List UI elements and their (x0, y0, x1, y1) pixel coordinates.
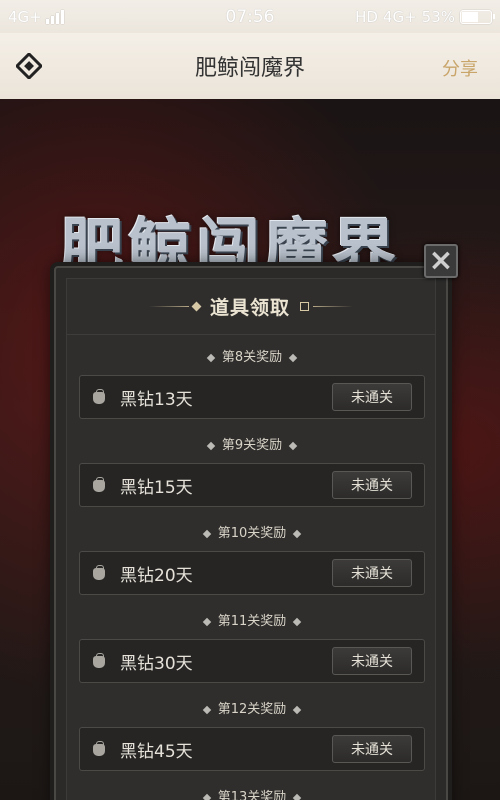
reward-group: 第9关奖励 黑钻15天 未通关 (79, 437, 425, 507)
battery-icon (460, 9, 495, 24)
reward-item-name: 黑钻13天 (120, 389, 193, 410)
reward-level-label: 第9关奖励 (79, 437, 425, 455)
page-title: 肥鲸闯魔界 (194, 56, 305, 81)
reward-item-name: 黑钻15天 (120, 477, 193, 498)
reward-level-label: 第13关奖励 (79, 789, 425, 800)
status-button[interactable]: 未通关 (332, 559, 412, 587)
status-bar: 4G+ 07:56 HD 4G+ 53% (0, 0, 500, 33)
reward-item-name: 黑钻30天 (120, 653, 193, 674)
reward-level-label: 第8关奖励 (79, 349, 425, 367)
status-button[interactable]: 未通关 (332, 647, 412, 675)
pouch-icon (92, 389, 106, 405)
dialog-panel: 道具领取 第8关奖励 黑钻13天 未通关 第9关奖励 黑钻15天 未通关 第10… (66, 278, 436, 800)
status-time: 07:56 (225, 6, 275, 27)
dialog-title: 道具领取 (209, 297, 290, 319)
reward-row: 黑钻45天 未通关 (79, 727, 425, 771)
pouch-icon (92, 653, 106, 669)
pouch-icon (92, 477, 106, 493)
status-button[interactable]: 未通关 (332, 471, 412, 499)
reward-level-label: 第11关奖励 (79, 613, 425, 631)
nav-bar: 肥鲸闯魔界 分享 (0, 33, 500, 99)
pouch-icon (92, 741, 106, 757)
status-button[interactable]: 未通关 (332, 383, 412, 411)
reward-level-label: 第10关奖励 (79, 525, 425, 543)
reward-row: 黑钻30天 未通关 (79, 639, 425, 683)
reward-group: 第8关奖励 黑钻13天 未通关 (79, 349, 425, 419)
reward-group: 第12关奖励 黑钻45天 未通关 (79, 701, 425, 771)
status-button[interactable]: 未通关 (332, 735, 412, 763)
dialog-header: 道具领取 (67, 279, 435, 335)
reward-row: 黑钻13天 未通关 (79, 375, 425, 419)
pouch-icon (92, 565, 106, 581)
item-claim-dialog: 道具领取 第8关奖励 黑钻13天 未通关 第9关奖励 黑钻15天 未通关 第10… (54, 266, 448, 800)
close-icon: × (428, 243, 454, 278)
reward-group: 第11关奖励 黑钻30天 未通关 (79, 613, 425, 683)
reward-item-name: 黑钻20天 (120, 565, 193, 586)
reward-group: 第13关奖励 (79, 789, 425, 800)
ornament-left-icon (148, 301, 202, 312)
reward-level-label: 第12关奖励 (79, 701, 425, 719)
close-button[interactable]: × (424, 244, 458, 278)
reward-row: 黑钻20天 未通关 (79, 551, 425, 595)
share-button[interactable]: 分享 (442, 55, 478, 81)
reward-item-name: 黑钻45天 (120, 741, 193, 762)
reward-group: 第10关奖励 黑钻20天 未通关 (79, 525, 425, 595)
reward-row: 黑钻15天 未通关 (79, 463, 425, 507)
ornament-right-icon (300, 302, 353, 311)
